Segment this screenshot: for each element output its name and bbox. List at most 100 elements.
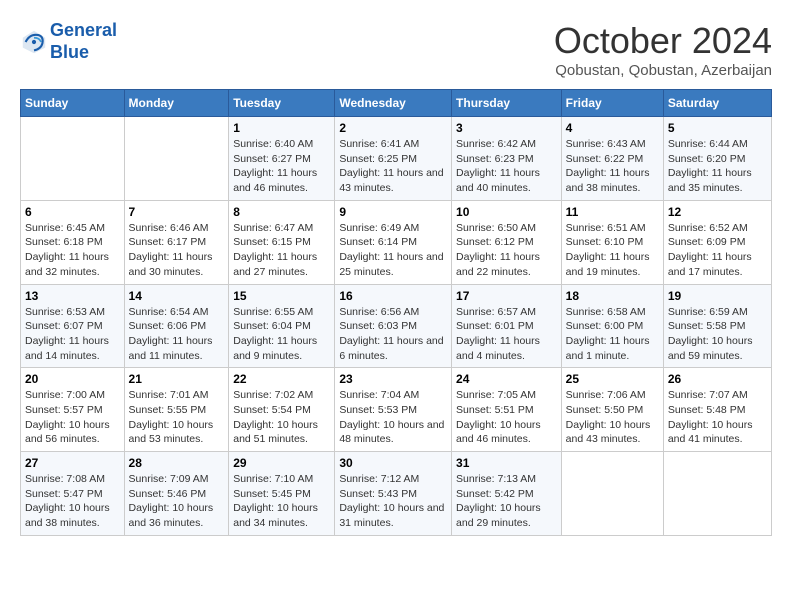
day-number: 27 (25, 456, 120, 470)
day-number: 15 (233, 289, 330, 303)
day-info: Sunrise: 6:57 AM Sunset: 6:01 PM Dayligh… (456, 305, 557, 364)
day-number: 17 (456, 289, 557, 303)
title-block: October 2024 Qobustan, Qobustan, Azerbai… (554, 20, 772, 79)
day-info: Sunrise: 6:43 AM Sunset: 6:22 PM Dayligh… (566, 137, 659, 196)
day-info: Sunrise: 6:41 AM Sunset: 6:25 PM Dayligh… (339, 137, 447, 196)
day-number: 3 (456, 121, 557, 135)
day-info: Sunrise: 7:08 AM Sunset: 5:47 PM Dayligh… (25, 472, 120, 531)
calendar-cell: 25 Sunrise: 7:06 AM Sunset: 5:50 PM Dayli… (561, 368, 663, 452)
calendar-cell (124, 117, 229, 201)
day-number: 6 (25, 205, 120, 219)
day-info: Sunrise: 6:42 AM Sunset: 6:23 PM Dayligh… (456, 137, 557, 196)
day-number: 12 (668, 205, 767, 219)
day-number: 11 (566, 205, 659, 219)
calendar-cell: 26 Sunrise: 7:07 AM Sunset: 5:48 PM Dayli… (663, 368, 771, 452)
day-number: 1 (233, 121, 330, 135)
calendar-table: SundayMondayTuesdayWednesdayThursdayFrid… (20, 89, 772, 536)
day-number: 23 (339, 372, 447, 386)
calendar-cell: 6 Sunrise: 6:45 AM Sunset: 6:18 PM Daylig… (21, 200, 125, 284)
day-info: Sunrise: 7:12 AM Sunset: 5:43 PM Dayligh… (339, 472, 447, 531)
calendar-cell: 12 Sunrise: 6:52 AM Sunset: 6:09 PM Dayli… (663, 200, 771, 284)
day-info: Sunrise: 7:01 AM Sunset: 5:55 PM Dayligh… (129, 388, 225, 447)
day-info: Sunrise: 7:10 AM Sunset: 5:45 PM Dayligh… (233, 472, 330, 531)
day-number: 31 (456, 456, 557, 470)
calendar-cell: 27 Sunrise: 7:08 AM Sunset: 5:47 PM Dayli… (21, 452, 125, 536)
calendar-cell: 5Sunrise: 6:44 AM Sunset: 6:20 PM Daylig… (663, 117, 771, 201)
weekday-header: Wednesday (335, 90, 452, 117)
logo: General Blue (20, 20, 117, 63)
calendar-cell: 23 Sunrise: 7:04 AM Sunset: 5:53 PM Dayli… (335, 368, 452, 452)
day-info: Sunrise: 6:54 AM Sunset: 6:06 PM Dayligh… (129, 305, 225, 364)
day-info: Sunrise: 6:53 AM Sunset: 6:07 PM Dayligh… (25, 305, 120, 364)
weekday-header: Thursday (452, 90, 562, 117)
calendar-cell: 7 Sunrise: 6:46 AM Sunset: 6:17 PM Daylig… (124, 200, 229, 284)
calendar-cell: 29 Sunrise: 7:10 AM Sunset: 5:45 PM Dayli… (229, 452, 335, 536)
calendar-cell (663, 452, 771, 536)
day-info: Sunrise: 7:00 AM Sunset: 5:57 PM Dayligh… (25, 388, 120, 447)
day-info: Sunrise: 6:40 AM Sunset: 6:27 PM Dayligh… (233, 137, 330, 196)
day-info: Sunrise: 6:50 AM Sunset: 6:12 PM Dayligh… (456, 221, 557, 280)
day-number: 25 (566, 372, 659, 386)
weekday-header: Tuesday (229, 90, 335, 117)
weekday-header: Saturday (663, 90, 771, 117)
calendar-cell: 13 Sunrise: 6:53 AM Sunset: 6:07 PM Dayli… (21, 284, 125, 368)
logo-icon (20, 28, 48, 56)
calendar-cell: 11Sunrise: 6:51 AM Sunset: 6:10 PM Dayli… (561, 200, 663, 284)
location: Qobustan, Qobustan, Azerbaijan (554, 62, 772, 79)
day-info: Sunrise: 7:06 AM Sunset: 5:50 PM Dayligh… (566, 388, 659, 447)
calendar-cell: 10 Sunrise: 6:50 AM Sunset: 6:12 PM Dayli… (452, 200, 562, 284)
calendar-cell: 18Sunrise: 6:58 AM Sunset: 6:00 PM Dayli… (561, 284, 663, 368)
day-number: 20 (25, 372, 120, 386)
day-info: Sunrise: 6:56 AM Sunset: 6:03 PM Dayligh… (339, 305, 447, 364)
page-header: General Blue October 2024 Qobustan, Qobu… (20, 20, 772, 79)
day-number: 19 (668, 289, 767, 303)
day-number: 14 (129, 289, 225, 303)
day-number: 9 (339, 205, 447, 219)
day-number: 10 (456, 205, 557, 219)
day-info: Sunrise: 7:07 AM Sunset: 5:48 PM Dayligh… (668, 388, 767, 447)
calendar-cell: 14 Sunrise: 6:54 AM Sunset: 6:06 PM Dayli… (124, 284, 229, 368)
day-info: Sunrise: 6:49 AM Sunset: 6:14 PM Dayligh… (339, 221, 447, 280)
day-number: 7 (129, 205, 225, 219)
calendar-cell: 16 Sunrise: 6:56 AM Sunset: 6:03 PM Dayli… (335, 284, 452, 368)
day-info: Sunrise: 7:13 AM Sunset: 5:42 PM Dayligh… (456, 472, 557, 531)
calendar-cell: 19Sunrise: 6:59 AM Sunset: 5:58 PM Dayli… (663, 284, 771, 368)
day-number: 13 (25, 289, 120, 303)
calendar-cell: 24Sunrise: 7:05 AM Sunset: 5:51 PM Dayli… (452, 368, 562, 452)
day-number: 21 (129, 372, 225, 386)
calendar-cell: 20 Sunrise: 7:00 AM Sunset: 5:57 PM Dayli… (21, 368, 125, 452)
day-info: Sunrise: 7:02 AM Sunset: 5:54 PM Dayligh… (233, 388, 330, 447)
calendar-cell: 8Sunrise: 6:47 AM Sunset: 6:15 PM Daylig… (229, 200, 335, 284)
day-number: 26 (668, 372, 767, 386)
calendar-cell: 22 Sunrise: 7:02 AM Sunset: 5:54 PM Dayli… (229, 368, 335, 452)
calendar-cell: 4 Sunrise: 6:43 AM Sunset: 6:22 PM Daylig… (561, 117, 663, 201)
calendar-cell: 9 Sunrise: 6:49 AM Sunset: 6:14 PM Daylig… (335, 200, 452, 284)
day-number: 2 (339, 121, 447, 135)
day-info: Sunrise: 6:52 AM Sunset: 6:09 PM Dayligh… (668, 221, 767, 280)
calendar-cell: 3 Sunrise: 6:42 AM Sunset: 6:23 PM Daylig… (452, 117, 562, 201)
day-number: 22 (233, 372, 330, 386)
day-info: Sunrise: 6:45 AM Sunset: 6:18 PM Dayligh… (25, 221, 120, 280)
day-number: 24 (456, 372, 557, 386)
calendar-cell: 31 Sunrise: 7:13 AM Sunset: 5:42 PM Dayli… (452, 452, 562, 536)
day-number: 29 (233, 456, 330, 470)
calendar-cell (561, 452, 663, 536)
day-info: Sunrise: 6:46 AM Sunset: 6:17 PM Dayligh… (129, 221, 225, 280)
weekday-header: Sunday (21, 90, 125, 117)
calendar-cell: 30Sunrise: 7:12 AM Sunset: 5:43 PM Dayli… (335, 452, 452, 536)
calendar-cell: 2 Sunrise: 6:41 AM Sunset: 6:25 PM Daylig… (335, 117, 452, 201)
day-info: Sunrise: 6:58 AM Sunset: 6:00 PM Dayligh… (566, 305, 659, 364)
weekday-header: Monday (124, 90, 229, 117)
day-info: Sunrise: 6:55 AM Sunset: 6:04 PM Dayligh… (233, 305, 330, 364)
weekday-header: Friday (561, 90, 663, 117)
calendar-cell: 15 Sunrise: 6:55 AM Sunset: 6:04 PM Dayli… (229, 284, 335, 368)
calendar-cell: 21 Sunrise: 7:01 AM Sunset: 5:55 PM Dayli… (124, 368, 229, 452)
month-title: October 2024 (554, 20, 772, 62)
day-number: 5 (668, 121, 767, 135)
day-info: Sunrise: 7:04 AM Sunset: 5:53 PM Dayligh… (339, 388, 447, 447)
calendar-cell: 1 Sunrise: 6:40 AM Sunset: 6:27 PM Daylig… (229, 117, 335, 201)
day-number: 16 (339, 289, 447, 303)
calendar-cell: 17 Sunrise: 6:57 AM Sunset: 6:01 PM Dayli… (452, 284, 562, 368)
day-number: 4 (566, 121, 659, 135)
day-number: 28 (129, 456, 225, 470)
